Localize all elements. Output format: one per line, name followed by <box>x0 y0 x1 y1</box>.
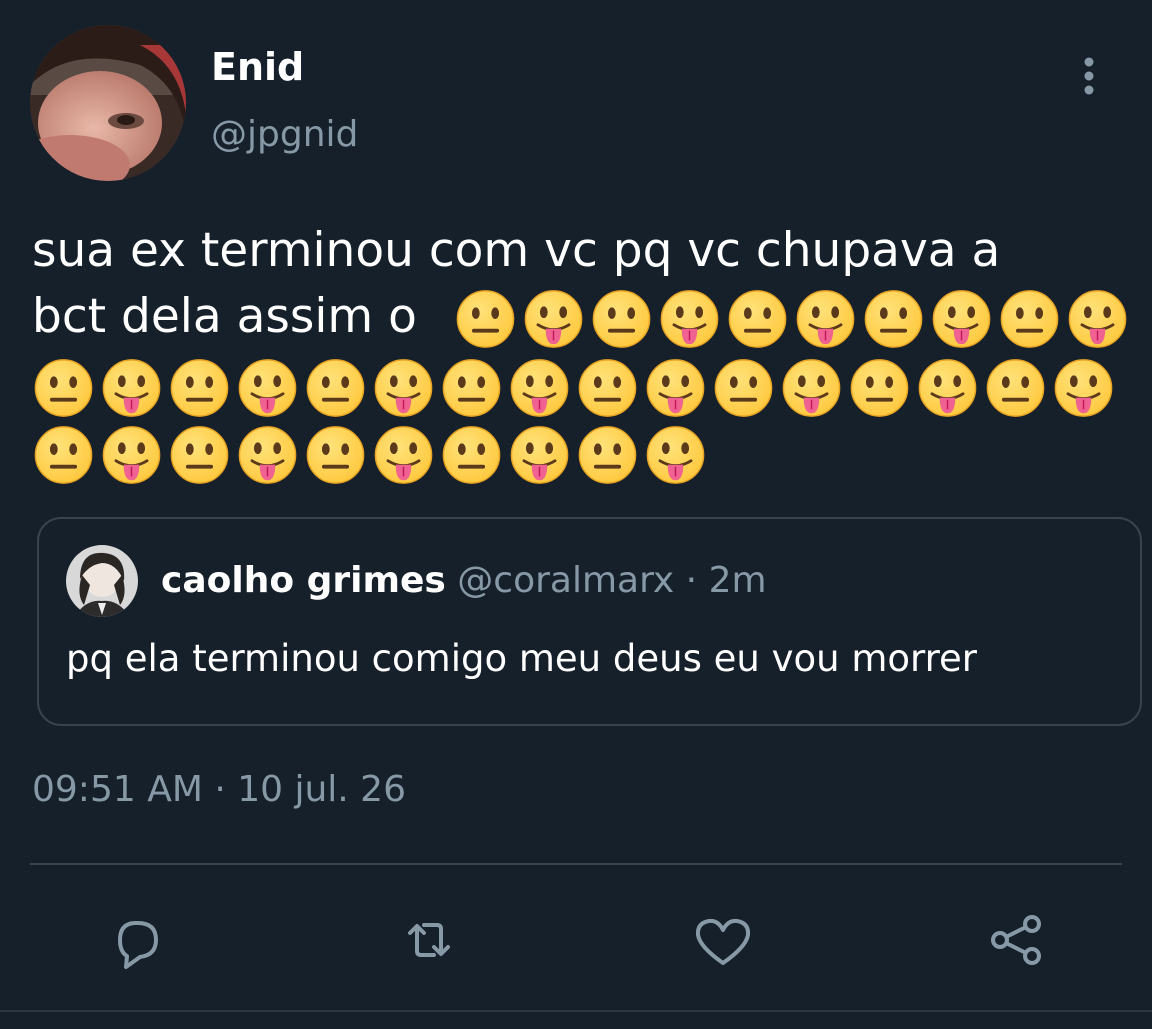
neutral-face-emoji <box>170 359 229 417</box>
quoted-tweet-text: pq ela terminou comigo meu deus eu vou m… <box>66 637 977 680</box>
face-with-tongue-emoji <box>374 426 433 484</box>
share-icon <box>991 915 1041 965</box>
face-with-tongue-emoji <box>660 290 719 348</box>
quoted-tweet-card[interactable]: caolho grimes @coralmarx · 2m pq ela ter… <box>37 517 1142 726</box>
quoted-handle[interactable]: @coralmarx <box>457 560 674 601</box>
emoji-row <box>32 424 707 486</box>
more-vertical-icon[interactable] <box>1070 54 1110 98</box>
author-display-name[interactable]: Enid <box>211 44 304 90</box>
face-with-tongue-emoji <box>1054 359 1113 417</box>
neutral-face-emoji <box>578 359 637 417</box>
emoji-row <box>32 357 1115 419</box>
face-with-tongue-emoji <box>918 359 977 417</box>
heart-icon <box>695 918 751 965</box>
author-avatar[interactable] <box>30 25 186 181</box>
tweet-text-line: sua ex terminou com vc pq vc chupava a <box>32 223 1001 278</box>
neutral-face-emoji <box>34 359 93 417</box>
face-with-tongue-emoji <box>238 359 297 417</box>
face-with-tongue-emoji <box>1068 290 1127 348</box>
face-with-tongue-emoji <box>510 426 569 484</box>
face-with-tongue-emoji <box>238 426 297 484</box>
face-with-tongue-emoji <box>646 426 705 484</box>
face-with-tongue-emoji <box>102 426 161 484</box>
neutral-face-emoji <box>442 426 501 484</box>
retweet-icon <box>408 923 450 957</box>
face-with-tongue-emoji <box>510 359 569 417</box>
neutral-face-emoji <box>306 359 365 417</box>
neutral-face-emoji <box>306 426 365 484</box>
neutral-face-emoji <box>456 290 515 348</box>
reply-icon <box>118 921 158 969</box>
quoted-author-avatar[interactable] <box>66 545 138 617</box>
neutral-face-emoji <box>850 359 909 417</box>
neutral-face-emoji <box>728 290 787 348</box>
neutral-face-emoji <box>442 359 501 417</box>
neutral-face-emoji <box>1000 290 1059 348</box>
face-with-tongue-emoji <box>374 359 433 417</box>
quoted-separator: · <box>674 560 709 601</box>
face-with-tongue-emoji <box>524 290 583 348</box>
neutral-face-emoji <box>714 359 773 417</box>
divider <box>30 863 1122 865</box>
share-button[interactable] <box>982 905 1052 975</box>
face-with-tongue-emoji <box>646 359 705 417</box>
neutral-face-emoji <box>986 359 1045 417</box>
quoted-display-name[interactable]: caolho grimes <box>161 560 446 601</box>
neutral-face-emoji <box>592 290 651 348</box>
face-with-tongue-emoji <box>932 290 991 348</box>
reply-button[interactable] <box>100 905 170 975</box>
neutral-face-emoji <box>170 426 229 484</box>
neutral-face-emoji <box>578 426 637 484</box>
face-with-tongue-emoji <box>782 359 841 417</box>
quoted-time: 2m <box>708 560 767 601</box>
neutral-face-emoji <box>34 426 93 484</box>
bottom-divider <box>0 1010 1152 1012</box>
retweet-button[interactable] <box>394 905 464 975</box>
tweet-timestamp[interactable]: 09:51 AM · 10 jul. 26 <box>32 766 406 814</box>
face-with-tongue-emoji <box>796 290 855 348</box>
neutral-face-emoji <box>864 290 923 348</box>
emoji-row <box>454 288 1129 350</box>
like-button[interactable] <box>688 905 758 975</box>
face-with-tongue-emoji <box>102 359 161 417</box>
author-handle[interactable]: @jpgnid <box>211 113 358 157</box>
quoted-tweet-header: caolho grimes @coralmarx · 2m <box>161 557 767 605</box>
